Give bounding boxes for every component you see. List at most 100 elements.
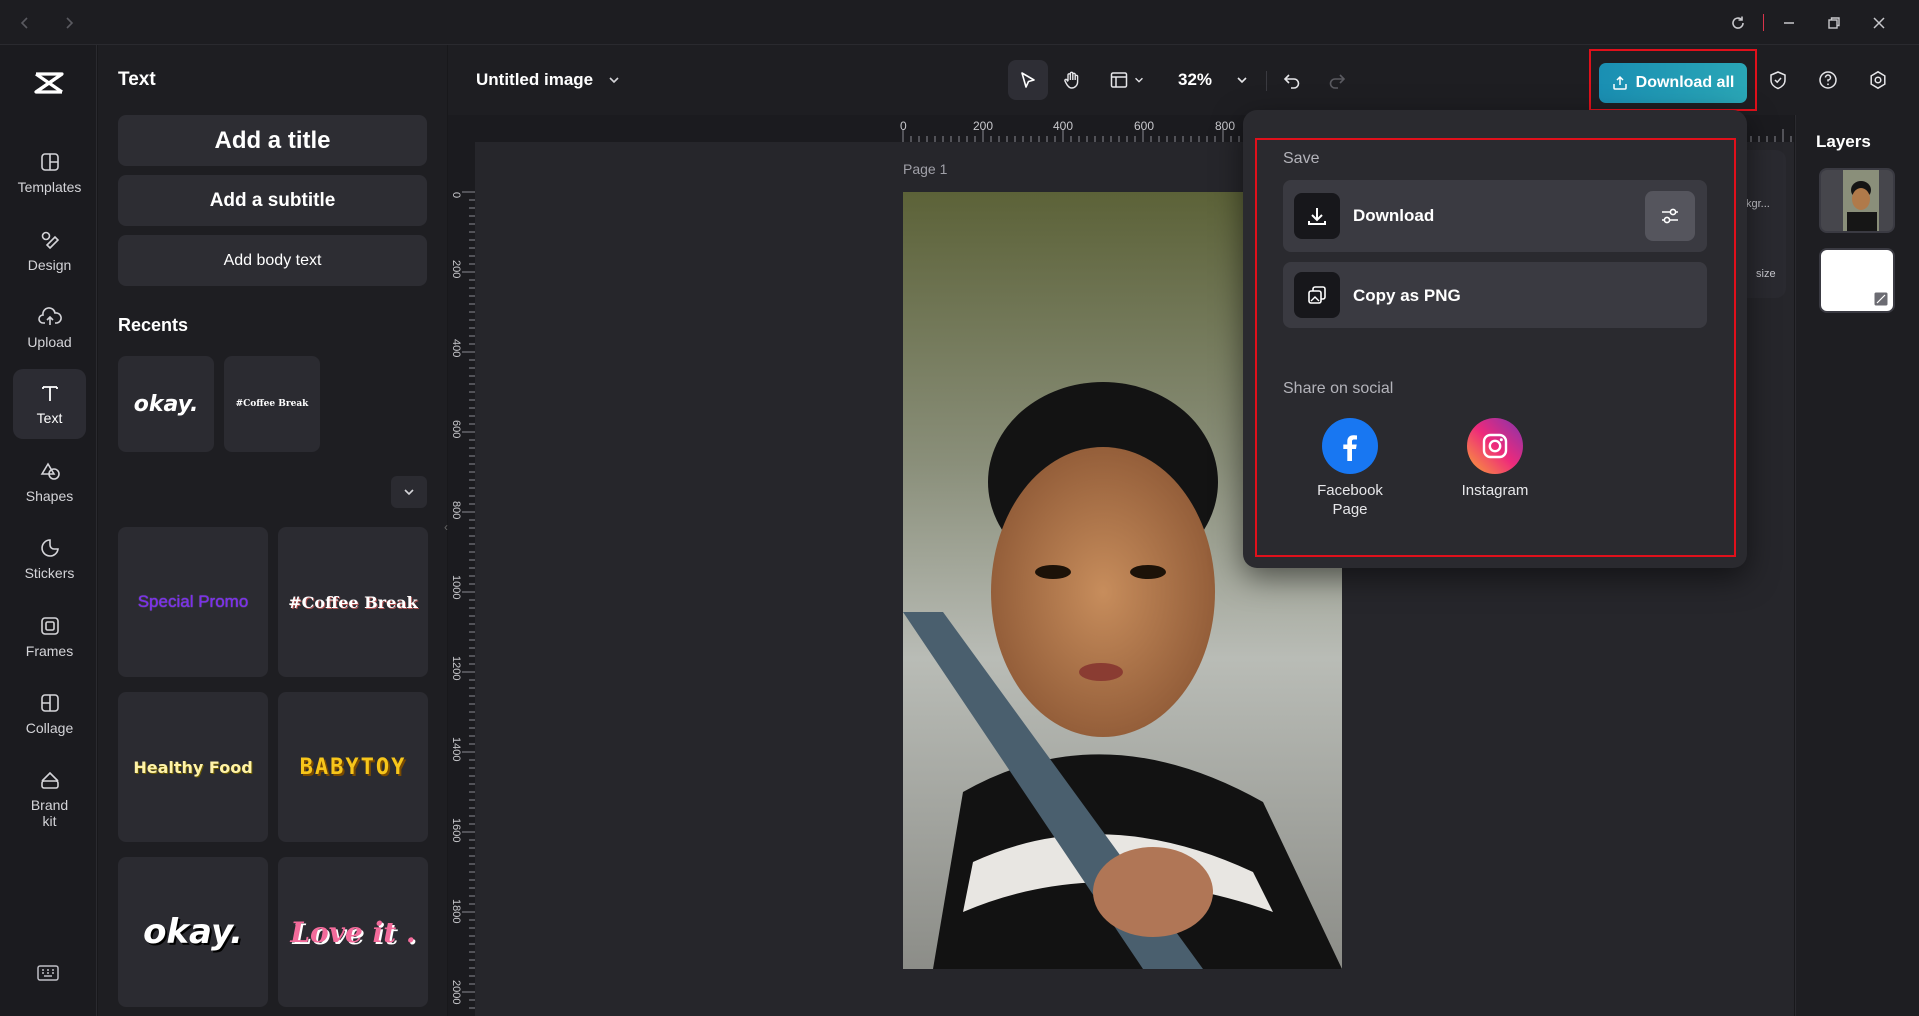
redo-button[interactable] bbox=[1317, 60, 1357, 100]
rail-label-text: Text bbox=[36, 409, 63, 426]
download-option[interactable]: Download bbox=[1283, 180, 1707, 252]
chevron-down-icon bbox=[1135, 77, 1143, 83]
layers-heading: Layers bbox=[1816, 132, 1871, 151]
toolbar-divider bbox=[1266, 71, 1267, 91]
style-preview-label: Love it . bbox=[290, 915, 416, 949]
text-panel: Text Add a title Add a subtitle Add body… bbox=[98, 45, 447, 1016]
page-label: Page 1 bbox=[903, 161, 948, 177]
templates-icon bbox=[40, 153, 59, 171]
ruler-label: 1800 bbox=[450, 899, 462, 924]
ruler-label: 200 bbox=[450, 260, 462, 279]
text-style-okay[interactable]: okay. bbox=[118, 857, 268, 1007]
recent-text-okay[interactable]: okay. bbox=[118, 356, 214, 452]
undo-button[interactable] bbox=[1272, 60, 1312, 100]
back-icon[interactable] bbox=[14, 12, 36, 34]
brand-kit-icon bbox=[40, 771, 59, 789]
layout-icon bbox=[1110, 72, 1128, 88]
add-subtitle-button[interactable]: Add a subtitle bbox=[118, 175, 427, 226]
style-preview-label: Healthy Food bbox=[133, 757, 253, 777]
capcut-logo-icon[interactable] bbox=[31, 65, 67, 101]
hand-icon bbox=[1064, 71, 1079, 89]
gear-icon bbox=[1870, 70, 1886, 90]
text-style-coffee-break[interactable]: #Coffee Break bbox=[278, 527, 428, 677]
help-icon bbox=[1819, 71, 1837, 89]
panel-title: Text bbox=[118, 69, 156, 90]
restore-icon[interactable] bbox=[1823, 12, 1845, 34]
settings-button[interactable] bbox=[1858, 60, 1898, 100]
text-style-babytoy[interactable]: BABYTOY bbox=[278, 692, 428, 842]
rail-item-design[interactable]: Design bbox=[13, 216, 86, 286]
layer-photo[interactable] bbox=[1819, 168, 1895, 233]
rail-item-frames[interactable]: Frames bbox=[13, 602, 86, 672]
download-label: Download bbox=[1353, 206, 1435, 225]
side-tool-label: kgr... bbox=[1746, 198, 1770, 210]
shield-button[interactable] bbox=[1758, 60, 1798, 100]
keyboard-icon[interactable] bbox=[37, 965, 59, 981]
style-preview-label: BABYTOY bbox=[299, 754, 407, 780]
rail-label-design: Design bbox=[27, 256, 72, 273]
rail-label-frames: Frames bbox=[25, 642, 74, 659]
document-title-menu[interactable]: Untitled image bbox=[476, 70, 621, 90]
share-facebook-page[interactable]: Facebook Page bbox=[1300, 418, 1400, 520]
ruler-label: 1200 bbox=[450, 656, 462, 681]
close-icon[interactable] bbox=[1868, 12, 1890, 34]
rail-label-collage: Collage bbox=[25, 719, 74, 736]
zoom-menu-button[interactable] bbox=[1228, 66, 1256, 94]
shield-check-icon bbox=[1770, 71, 1786, 90]
recents-heading: Recents bbox=[118, 315, 189, 335]
download-all-label: Download all bbox=[1635, 74, 1735, 91]
forward-icon[interactable] bbox=[58, 12, 80, 34]
zoom-level[interactable]: 32% bbox=[1178, 70, 1212, 90]
side-tool-label: size bbox=[1756, 268, 1776, 280]
instagram-label: Instagram bbox=[1461, 482, 1529, 499]
share-section-label: Share on social bbox=[1283, 380, 1394, 397]
chevron-down-icon bbox=[1237, 77, 1247, 84]
select-tool-button[interactable] bbox=[1008, 60, 1048, 100]
collage-icon bbox=[40, 694, 59, 712]
recent-text-label: #Coffee Break bbox=[235, 399, 309, 409]
title-divider bbox=[1763, 14, 1764, 31]
text-style-special-promo[interactable]: Special Promo bbox=[118, 527, 268, 677]
rail-label-templates: Templates bbox=[17, 178, 82, 195]
expand-recents-button[interactable] bbox=[391, 476, 427, 508]
text-style-healthy-food[interactable]: Healthy Food bbox=[118, 692, 268, 842]
ruler-label: 1400 bbox=[450, 737, 462, 762]
minimize-icon[interactable] bbox=[1778, 12, 1800, 34]
rail-item-brand-kit[interactable]: Brand kit bbox=[13, 757, 86, 841]
sliders-icon bbox=[1662, 208, 1678, 224]
style-preview-label: Special Promo bbox=[137, 592, 249, 611]
rail-item-collage[interactable]: Collage bbox=[13, 679, 86, 749]
upload-icon bbox=[37, 307, 62, 325]
download-settings-button[interactable] bbox=[1645, 191, 1695, 241]
ruler-corner bbox=[448, 115, 475, 142]
rail-item-text[interactable]: Text bbox=[13, 369, 86, 439]
ruler-label: 2000 bbox=[450, 980, 462, 1005]
save-section-label: Save bbox=[1283, 150, 1320, 167]
facebook-icon bbox=[1322, 418, 1378, 474]
rail-item-stickers[interactable]: Stickers bbox=[13, 524, 86, 594]
shapes-icon bbox=[40, 462, 60, 480]
redo-icon bbox=[1329, 74, 1346, 89]
rail-label-shapes: Shapes bbox=[25, 487, 74, 504]
layout-menu-button[interactable] bbox=[1100, 60, 1154, 100]
rail-item-shapes[interactable]: Shapes bbox=[13, 447, 86, 517]
ruler-label: 800 bbox=[450, 501, 462, 520]
download-all-button[interactable]: Download all bbox=[1599, 63, 1747, 103]
text-style-love-it[interactable]: Love it . bbox=[278, 857, 428, 1007]
add-title-button[interactable]: Add a title bbox=[118, 115, 427, 166]
share-instagram[interactable]: Instagram bbox=[1445, 418, 1545, 501]
ruler-label: 1000 bbox=[450, 575, 462, 600]
rail-item-upload[interactable]: Upload bbox=[13, 293, 86, 363]
help-button[interactable] bbox=[1808, 60, 1848, 100]
copy-as-png-option[interactable]: Copy as PNG bbox=[1283, 262, 1707, 328]
ruler-label: 800 bbox=[1215, 119, 1236, 133]
recent-text-coffee-break[interactable]: #Coffee Break bbox=[224, 356, 320, 452]
cursor-icon bbox=[1021, 72, 1035, 88]
reload-icon[interactable] bbox=[1727, 12, 1749, 34]
add-body-text-button[interactable]: Add body text bbox=[118, 235, 427, 286]
ruler-label: 0 bbox=[450, 192, 462, 199]
hand-tool-button[interactable] bbox=[1052, 60, 1092, 100]
rail-item-templates[interactable]: Templates bbox=[13, 138, 86, 208]
layers-panel: Layers bbox=[1795, 115, 1919, 1016]
layer-background[interactable] bbox=[1819, 248, 1895, 313]
